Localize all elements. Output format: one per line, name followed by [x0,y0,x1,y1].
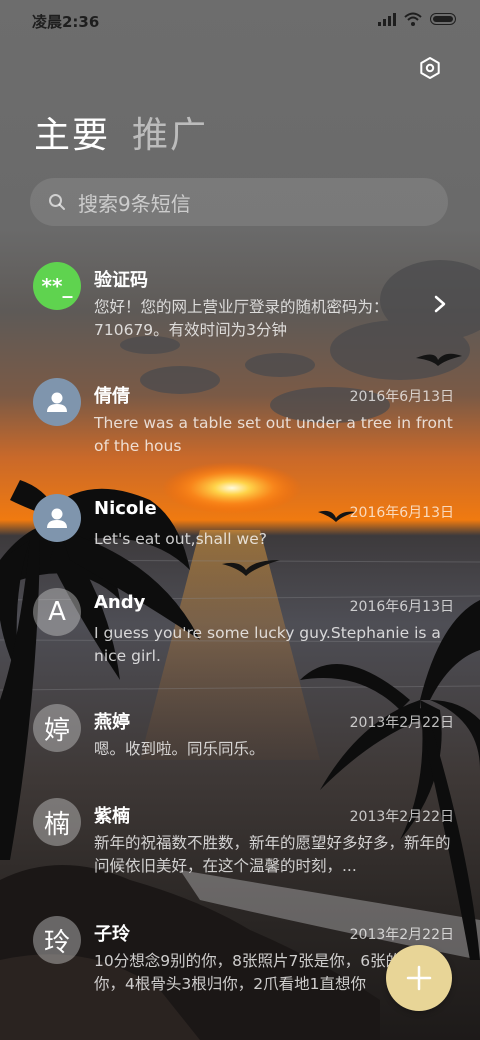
message-item[interactable]: **_ 验证码 您好！您的网上营业厅登录的随机密码为：710679。有效时间为3… [0,258,480,348]
tab-bar: 主要 推广 [34,106,208,158]
avatar: **_ [33,262,81,310]
avatar-text: 婷 [43,715,70,746]
avatar [33,378,81,426]
message-sender: Nicole [94,498,157,519]
battery-icon [430,13,456,25]
message-item[interactable]: A Andy 2016年6月13日 I guess you're some lu… [0,584,480,674]
plus-icon [406,965,432,991]
message-date: 2013年2月22日 [349,809,454,825]
message-preview: 新年的祝福数不胜数，新年的愿望好多好多，新年的问候依旧美好，在这个温馨的时刻，.… [94,834,451,875]
settings-icon [420,57,440,79]
wifi-icon [404,12,422,26]
chevron-right-icon[interactable] [430,294,450,314]
search-icon [49,194,65,210]
message-date: 2016年6月13日 [349,389,454,405]
settings-button[interactable] [414,52,446,84]
tab-main[interactable]: 主要 [34,106,110,158]
message-item[interactable]: 楠 紫楠 2013年2月22日 新年的祝福数不胜数，新年的愿望好多好多，新年的问… [0,794,480,884]
avatar [33,494,81,542]
message-date: 2013年2月22日 [349,715,454,731]
new-message-button[interactable] [386,945,452,1011]
message-preview: 您好！您的网上营业厅登录的随机密码为：710679。有效时间为3分钟 [94,298,389,339]
contact-icon [47,392,67,412]
avatar-text: 玲 [43,927,70,958]
avatar: 婷 [33,704,81,752]
status-bar: 凌晨2:36 [0,0,480,40]
search-placeholder: 搜索9条短信 [78,191,191,216]
message-date: 2016年6月13日 [349,599,454,615]
tab-promotions[interactable]: 推广 [132,106,208,158]
avatar: A [33,588,81,636]
message-preview: There was a table set out under a tree i… [94,414,453,455]
message-preview: I guess you're some lucky guy.Stephanie … [94,624,441,665]
search-bar[interactable]: 搜索9条短信 [30,178,448,226]
screen: 凌晨2:36 主要 推广 搜索9条短信 **_ 验证码 您好！您的网上营业厅登录… [0,0,480,1040]
contact-icon [47,508,67,528]
message-sender: 倩倩 [94,386,130,407]
message-sender: 紫楠 [94,806,130,827]
message-sender: Andy [94,592,146,613]
message-preview: 嗯。收到啦。同乐同乐。 [94,740,265,758]
avatar: 玲 [33,916,81,964]
message-sender: 子玲 [94,924,130,945]
signal-icon [378,13,396,26]
message-sender: 燕婷 [94,712,130,733]
message-preview: Let's eat out,shall we? [94,530,267,548]
message-item[interactable]: 倩倩 2016年6月13日 There was a table set out … [0,374,480,464]
status-time: 凌晨2:36 [32,13,100,31]
message-item[interactable]: 婷 燕婷 2013年2月22日 嗯。收到啦。同乐同乐。 [0,700,480,770]
avatar-text: A [48,597,66,627]
message-sender: 验证码 [94,270,148,291]
avatar: 楠 [33,798,81,846]
message-date: 2013年2月22日 [349,927,454,943]
message-date: 2016年6月13日 [349,505,454,521]
avatar-text: 楠 [43,809,70,840]
avatar-text: **_ [41,274,73,298]
status-icons [378,12,456,26]
message-item[interactable]: Nicole 2016年6月13日 Let's eat out,shall we… [0,490,480,560]
